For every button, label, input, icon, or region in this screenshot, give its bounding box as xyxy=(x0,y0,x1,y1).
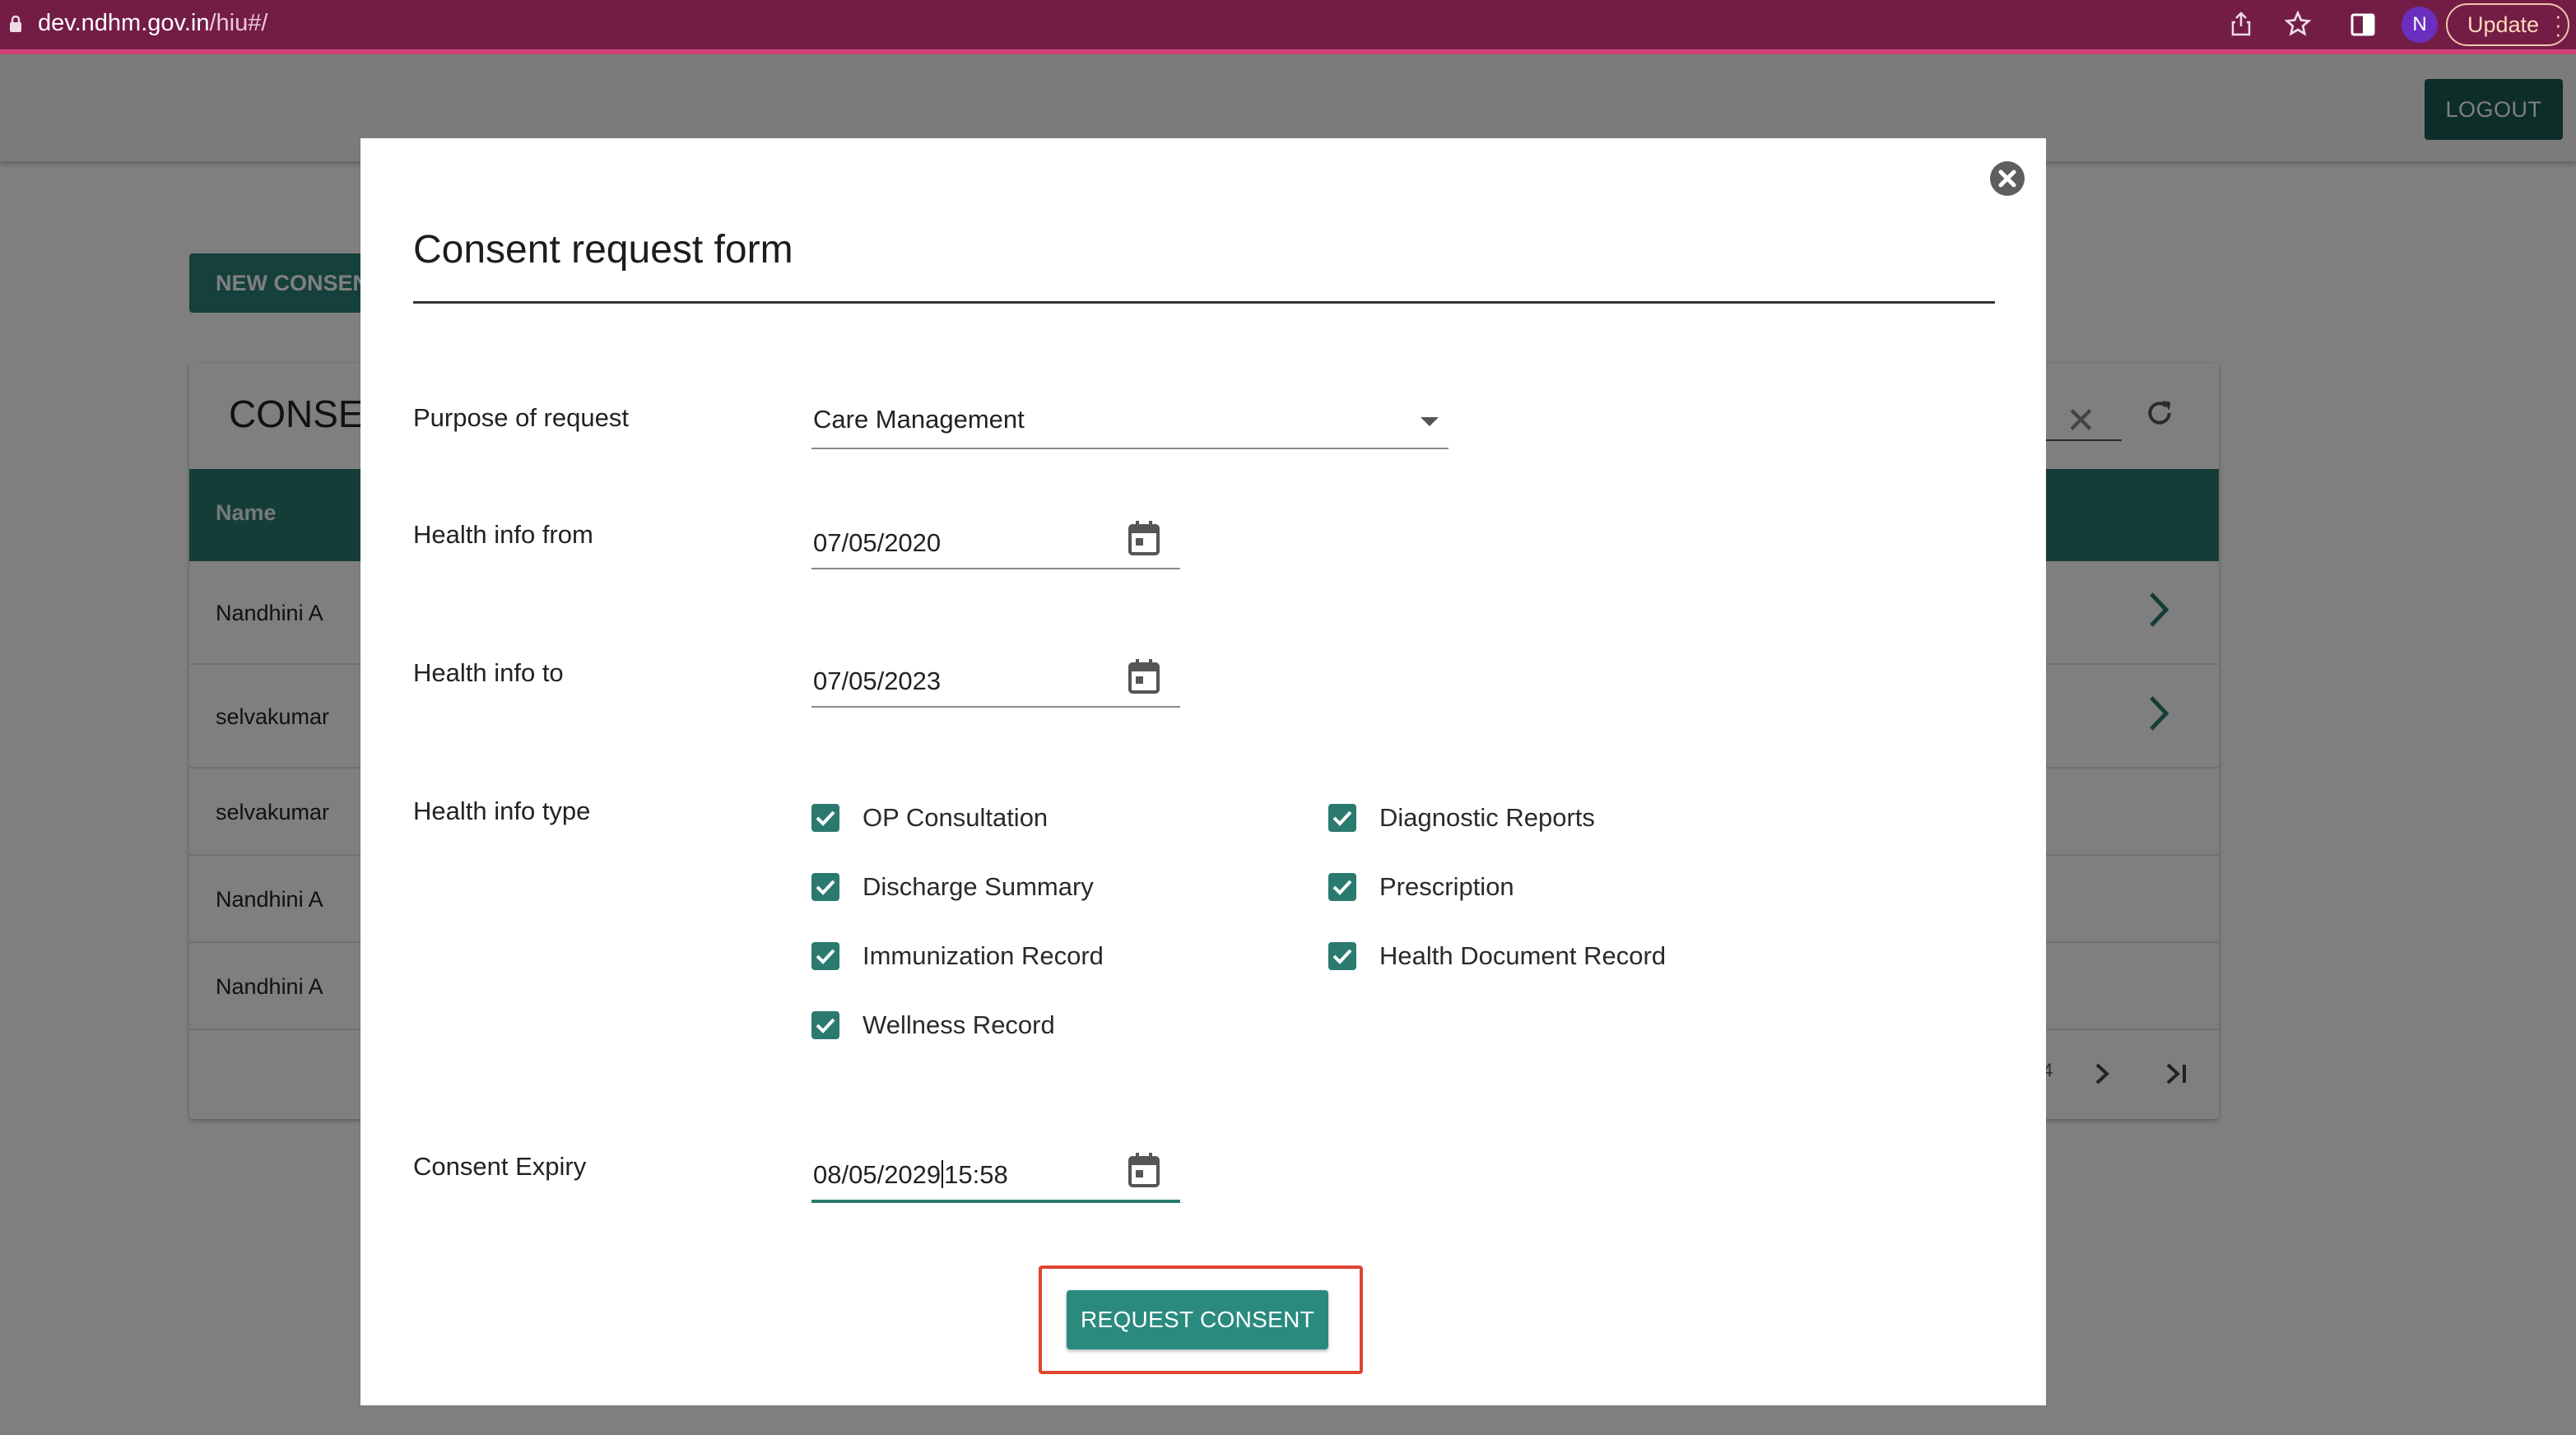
checkbox-checked-icon[interactable] xyxy=(811,942,839,970)
more-vert-icon[interactable]: · · · xyxy=(2555,5,2562,44)
checkbox-health-document-record[interactable]: Health Document Record xyxy=(1328,940,1666,973)
checkbox-immunization-record[interactable]: Immunization Record xyxy=(811,940,1104,973)
browser-update-button[interactable]: Update · · · xyxy=(2446,3,2569,46)
purpose-label: Purpose of request xyxy=(413,403,629,432)
update-label: Update xyxy=(2467,12,2540,37)
health-info-from-value: 07/05/2020 xyxy=(813,528,942,557)
lock-icon xyxy=(8,15,23,37)
text-cursor xyxy=(942,1160,944,1188)
checkbox-label: OP Consultation xyxy=(863,803,1049,832)
address-bar[interactable]: dev.ndhm.gov.in/hiu#/ xyxy=(38,10,267,37)
consent-request-modal: Consent request form Purpose of request … xyxy=(360,138,2046,1405)
bookmark-star-icon[interactable] xyxy=(2284,10,2312,41)
checkbox-discharge-summary[interactable]: Discharge Summary xyxy=(811,871,1094,903)
checkbox-wellness-record[interactable]: Wellness Record xyxy=(811,1009,1055,1042)
checkbox-checked-icon[interactable] xyxy=(811,804,839,832)
health-info-to-label: Health info to xyxy=(413,658,564,687)
consent-expiry-label: Consent Expiry xyxy=(413,1152,587,1181)
profile-avatar[interactable]: N xyxy=(2402,7,2438,43)
checkbox-label: Discharge Summary xyxy=(863,872,1094,901)
side-panel-icon[interactable] xyxy=(2350,13,2375,40)
purpose-select[interactable]: Care Management xyxy=(811,400,1448,449)
health-info-to-value: 07/05/2023 xyxy=(813,666,942,695)
checkbox-diagnostic-reports[interactable]: Diagnostic Reports xyxy=(1328,801,1595,834)
checkbox-op-consultation[interactable]: OP Consultation xyxy=(811,801,1048,834)
dropdown-arrow-icon[interactable] xyxy=(1421,416,1439,431)
url-host: dev.ndhm.gov.in xyxy=(38,10,210,36)
checkbox-label: Health Document Record xyxy=(1379,941,1667,970)
checkbox-label: Immunization Record xyxy=(863,941,1104,970)
calendar-icon[interactable] xyxy=(1128,520,1160,560)
purpose-value: Care Management xyxy=(813,405,1025,434)
consent-expiry-value: 08/05/2029 15:58 xyxy=(813,1160,1008,1190)
health-info-from-field[interactable]: 07/05/2020 xyxy=(811,515,1180,569)
modal-title: Consent request form xyxy=(413,228,793,272)
close-icon[interactable] xyxy=(1990,161,2025,196)
url-path: /hiu#/ xyxy=(209,10,268,36)
checkbox-checked-icon[interactable] xyxy=(1328,804,1356,832)
title-divider xyxy=(413,301,1995,304)
calendar-icon[interactable] xyxy=(1128,1152,1160,1192)
consent-expiry-field[interactable]: 08/05/2029 15:58 xyxy=(811,1147,1180,1203)
checkbox-checked-icon[interactable] xyxy=(811,873,839,901)
calendar-icon[interactable] xyxy=(1128,658,1160,699)
browser-toolbar: dev.ndhm.gov.in/hiu#/ N Update · · · xyxy=(0,0,2576,49)
checkbox-checked-icon[interactable] xyxy=(1328,942,1356,970)
checkbox-checked-icon[interactable] xyxy=(1328,873,1356,901)
health-info-to-field[interactable]: 07/05/2023 xyxy=(811,653,1180,708)
checkbox-label: Diagnostic Reports xyxy=(1379,803,1595,832)
share-icon[interactable] xyxy=(2230,12,2252,40)
health-info-type-label: Health info type xyxy=(413,796,591,825)
checkbox-label: Wellness Record xyxy=(863,1010,1055,1039)
consent-expiry-time: 15:58 xyxy=(944,1160,1008,1189)
consent-expiry-date: 08/05/2029 xyxy=(813,1160,942,1189)
checkbox-prescription[interactable]: Prescription xyxy=(1328,871,1514,903)
request-consent-button[interactable]: REQUEST CONSENT xyxy=(1067,1290,1328,1349)
checkbox-label: Prescription xyxy=(1379,872,1514,901)
health-info-from-label: Health info from xyxy=(413,520,593,549)
checkbox-checked-icon[interactable] xyxy=(811,1011,839,1039)
